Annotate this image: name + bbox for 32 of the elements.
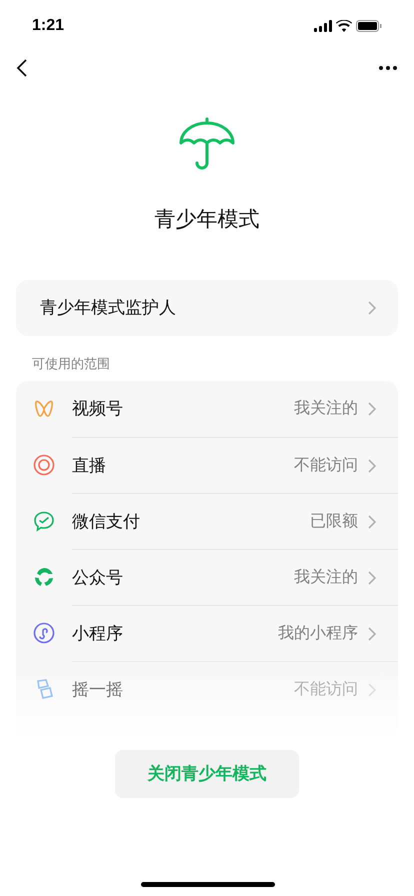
chevron-right-icon (366, 401, 378, 417)
chevron-right-icon (366, 570, 378, 586)
section-label: 可使用的范围 (32, 354, 111, 372)
chat-check-icon (32, 509, 56, 533)
item-value: 我关注的 (294, 398, 358, 419)
item-value: 我的小程序 (278, 624, 358, 644)
item-label[interactable]: 公众号 (72, 564, 123, 590)
cycle-arrows-icon (32, 565, 56, 589)
battery-icon (356, 20, 382, 32)
item-label[interactable]: 摇一摇 (72, 676, 123, 702)
chevron-right-icon (366, 626, 378, 642)
chevron-right-icon (366, 458, 378, 474)
page-title: 青少年模式 (154, 207, 260, 233)
status-time: 1:21 (32, 16, 64, 36)
target-icon (32, 453, 56, 477)
item-label[interactable]: 微信支付 (72, 508, 140, 534)
chevron-right-icon (366, 300, 378, 316)
more-icon[interactable] (378, 65, 398, 71)
item-value: 不能访问 (294, 680, 358, 700)
item-value: 已限额 (310, 512, 358, 532)
back-icon[interactable] (16, 58, 28, 78)
guardian-row[interactable]: 青少年模式监护人 (16, 280, 398, 336)
link-circle-icon (32, 621, 56, 645)
item-value: 不能访问 (294, 456, 358, 476)
item-label[interactable]: 视频号 (72, 396, 123, 422)
item-label[interactable]: 小程序 (72, 620, 123, 646)
chevron-right-icon (366, 514, 378, 530)
item-label[interactable]: 直播 (72, 452, 106, 478)
signal-icon (314, 20, 332, 32)
item-value: 我关注的 (294, 568, 358, 588)
chevron-right-icon (366, 682, 378, 698)
wifi-icon (336, 20, 352, 32)
